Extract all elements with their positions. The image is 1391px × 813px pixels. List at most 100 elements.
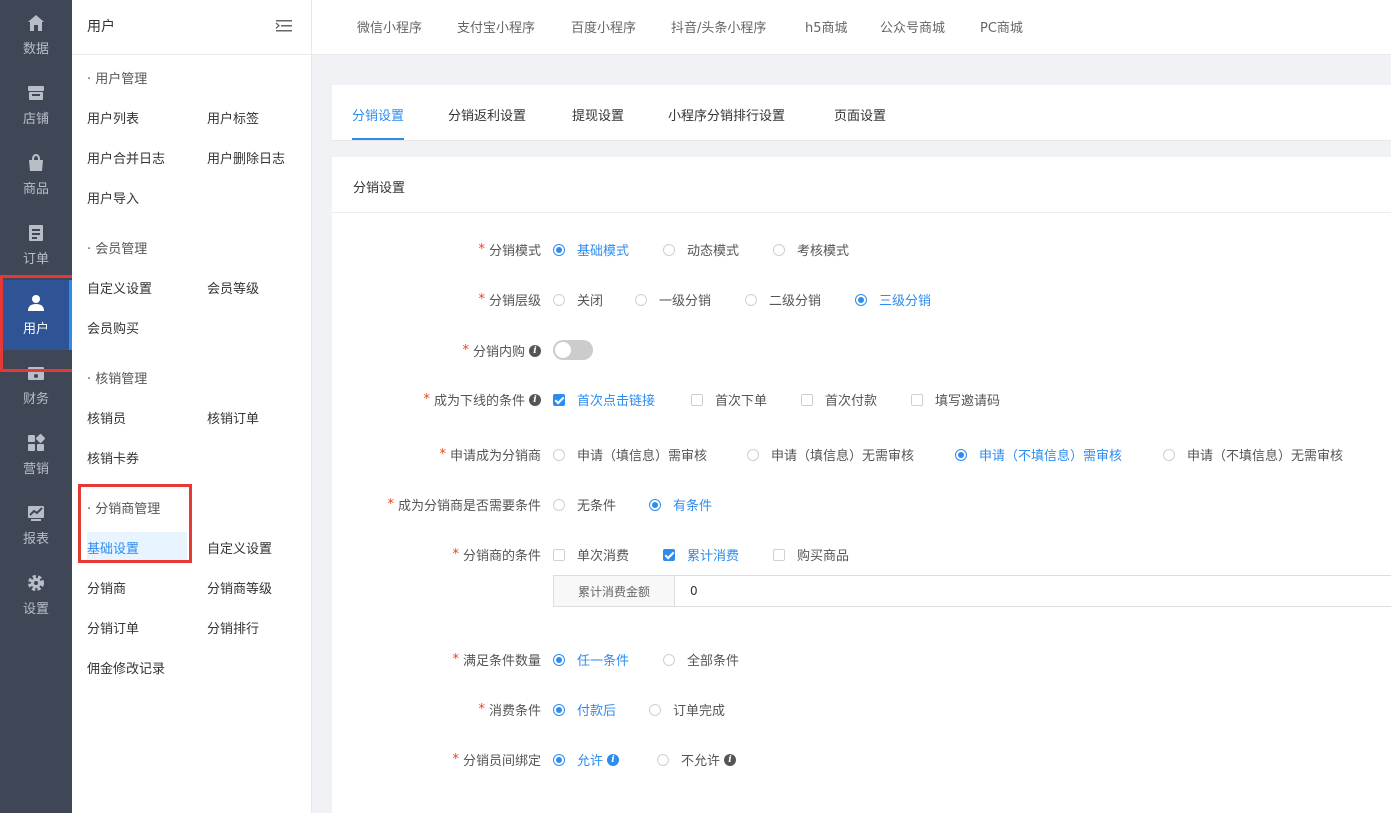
radio-no-condition[interactable]: 无条件 [553,495,616,514]
rail-item-store[interactable]: 店铺 [0,70,72,140]
rail-item-settings[interactable]: 设置 [0,560,72,630]
collapse-menu-icon[interactable] [275,17,293,35]
rail-item-label: 设置 [22,602,49,617]
menu-link-user-list[interactable]: 用户列表 [87,108,139,127]
rail-item-orders[interactable]: 订单 [0,210,72,280]
radio-bind-allow[interactable]: 允许 i [553,750,620,769]
menu-link-distribution-ranking[interactable]: 分销排行 [207,618,259,637]
marketing-grid-icon [26,433,46,453]
user-icon [26,293,46,313]
radio-apply-noinfo-review[interactable]: 申请（不填信息）需审核 [955,445,1122,464]
channel-tabs-bar: 微信小程序 支付宝小程序 百度小程序 抖音/头条小程序 h5商城 公众号商城 P… [312,0,1391,55]
distribution-settings-form: 分销设置 * 分销模式 基础模式 动态模式 考核模式 * 分销层级 关闭 一级分销 … [332,157,1391,813]
menu-link-user-import[interactable]: 用户导入 [87,188,139,207]
form-title: 分销设置 [353,181,406,196]
internal-purchase-switch[interactable] [553,340,593,360]
radio-apply-info-no-review[interactable]: 申请（填信息）无需审核 [747,445,914,464]
rail-item-label: 用户 [22,322,49,337]
field-label-mode: * 分销模式 [478,242,541,259]
tab-wechat-miniprogram[interactable]: 微信小程序 [357,17,422,36]
rail-item-label: 财务 [22,392,49,407]
tab-alipay-miniprogram[interactable]: 支付宝小程序 [457,17,535,36]
tab-baidu-miniprogram[interactable]: 百度小程序 [571,17,636,36]
radio-mode-basic[interactable]: 基础模式 [553,240,629,259]
rail-item-label: 营销 [22,462,49,477]
main-nav-rail: 数据 店铺 商品 订单 用户 财务 营销 报表 设置 [0,0,72,813]
cumulative-amount-input[interactable] [675,576,1391,606]
field-label-downline-condition: * 成为下线的条件 i [423,390,541,409]
tab-h5-mall[interactable]: h5商城 [805,17,848,36]
radio-apply-noinfo-no-review[interactable]: 申请（不填信息）无需审核 [1163,445,1343,464]
radio-all-conditions[interactable]: 全部条件 [663,650,739,669]
radio-mode-dynamic[interactable]: 动态模式 [663,240,739,259]
cumulative-amount-label: 累计消费金额 [554,576,675,606]
sidebar-header: 用户 [72,0,311,55]
checkbox-buy-product[interactable]: 购买商品 [773,545,849,564]
menu-link-distribution-orders[interactable]: 分销订单 [87,618,139,637]
tab-withdrawal-settings[interactable]: 提现设置 [572,105,624,124]
radio-any-condition[interactable]: 任一条件 [553,650,629,669]
radio-level-one[interactable]: 一级分销 [635,290,711,309]
menu-link-verifiers[interactable]: 核销员 [87,408,126,427]
menu-link-distributor-levels[interactable]: 分销商等级 [207,578,272,597]
field-label-need-condition: * 成为分销商是否需要条件 [387,497,541,514]
menu-link-distributors[interactable]: 分销商 [87,578,126,597]
rail-item-reports[interactable]: 报表 [0,490,72,560]
checkbox-first-click-link[interactable]: 首次点击链接 [553,390,655,409]
rail-item-goods[interactable]: 商品 [0,140,72,210]
info-icon[interactable]: i [724,753,737,766]
menu-link-member-purchase[interactable]: 会员购买 [87,318,139,337]
rail-item-users[interactable]: 用户 [0,280,72,350]
radio-has-condition[interactable]: 有条件 [649,495,712,514]
menu-link-user-tags[interactable]: 用户标签 [207,108,259,127]
radio-level-off[interactable]: 关闭 [553,290,603,309]
menu-group-distributor-management: · 分销商管理 [87,502,161,517]
rail-item-label: 商品 [22,182,49,197]
chart-icon [26,503,46,523]
field-label-internal-purchase: * 分销内购 i [462,341,541,360]
rail-item-data[interactable]: 数据 [0,0,72,70]
rail-item-marketing[interactable]: 营销 [0,420,72,490]
order-document-icon [26,223,46,243]
rail-item-label: 数据 [22,42,49,57]
menu-link-verification-coupons[interactable]: 核销卡券 [87,448,139,467]
checkbox-cumulative-purchase[interactable]: 累计消费 [663,545,739,564]
menu-link-verification-orders[interactable]: 核销订单 [207,408,259,427]
radio-mode-assessment[interactable]: 考核模式 [773,240,849,259]
field-label-distributor-conditions: * 分销商的条件 [452,547,541,564]
info-icon[interactable]: i [607,753,620,766]
checkbox-first-payment[interactable]: 首次付款 [801,390,877,409]
checkbox-first-order[interactable]: 首次下单 [691,390,767,409]
tab-official-account-mall[interactable]: 公众号商城 [880,17,945,36]
menu-link-member-levels[interactable]: 会员等级 [207,278,259,297]
checkbox-single-purchase[interactable]: 单次消费 [553,545,629,564]
rail-item-label: 订单 [22,252,49,267]
checkbox-invite-code[interactable]: 填写邀请码 [911,390,1000,409]
menu-link-distributor-custom-settings[interactable]: 自定义设置 [207,538,272,557]
radio-bind-disallow[interactable]: 不允许 i [657,750,737,769]
radio-level-two[interactable]: 二级分销 [745,290,821,309]
radio-order-complete[interactable]: 订单完成 [649,700,725,719]
tab-miniprogram-ranking-settings[interactable]: 小程序分销排行设置 [668,105,785,124]
info-icon[interactable]: i [529,393,541,406]
shopping-bag-icon [26,153,46,173]
radio-level-three[interactable]: 三级分销 [855,290,931,309]
rail-item-finance[interactable]: 财务 [0,350,72,420]
tab-distribution-settings[interactable]: 分销设置 [352,105,405,140]
info-icon[interactable]: i [529,344,541,357]
menu-link-commission-change-log[interactable]: 佣金修改记录 [87,658,165,677]
tab-pc-mall[interactable]: PC商城 [980,17,1023,36]
finance-icon [26,363,46,383]
rail-item-label: 报表 [22,532,49,547]
radio-after-payment[interactable]: 付款后 [553,700,616,719]
menu-link-user-merge-log[interactable]: 用户合并日志 [87,148,165,167]
menu-link-member-custom-settings[interactable]: 自定义设置 [87,278,152,297]
field-label-consume-condition: * 消费条件 [478,702,541,719]
menu-link-basic-settings[interactable]: 基础设置 [87,532,187,562]
tab-page-settings[interactable]: 页面设置 [834,105,886,124]
tab-douyin-miniprogram[interactable]: 抖音/头条小程序 [671,17,766,36]
rail-item-label: 店铺 [22,112,49,127]
radio-apply-info-review[interactable]: 申请（填信息）需审核 [553,445,707,464]
tab-rebate-settings[interactable]: 分销返利设置 [448,105,526,124]
menu-link-user-delete-log[interactable]: 用户删除日志 [207,148,285,167]
